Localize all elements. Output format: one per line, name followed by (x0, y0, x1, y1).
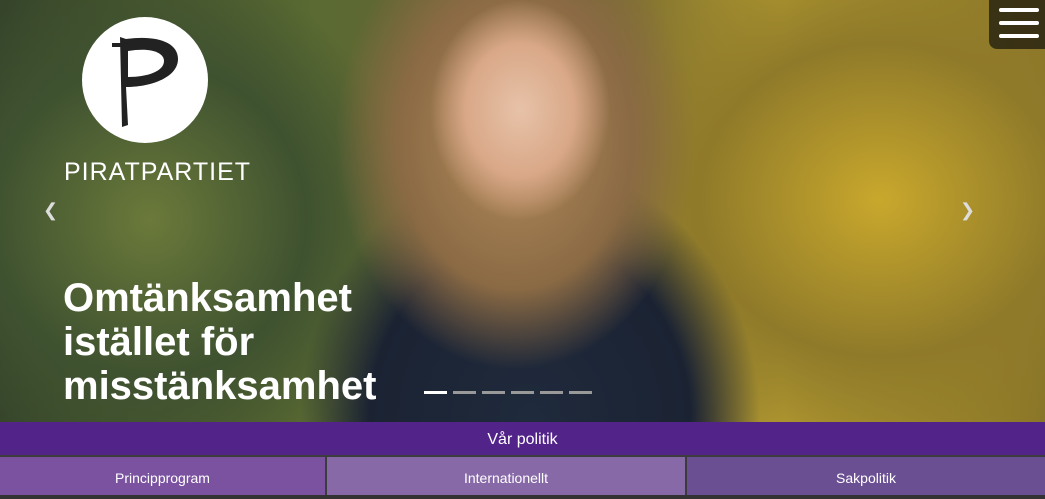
pirate-p-icon (112, 37, 178, 127)
chevron-left-icon: ❮ (43, 200, 59, 220)
nav-principprogram[interactable]: Principprogram (0, 457, 327, 495)
politik-nav: Principprogram Internationellt Sakpoliti… (0, 457, 1045, 495)
carousel-indicator[interactable] (424, 391, 447, 394)
nav-sakpolitik[interactable]: Sakpolitik (687, 457, 1045, 495)
piratpartiet-logo[interactable] (82, 17, 208, 143)
hero-carousel: PIRATPARTIET ❮ ❯ Omtänksamhet istället f… (0, 0, 1045, 422)
var-politik-header[interactable]: Vår politik (0, 422, 1045, 457)
brand-name: PIRATPARTIET (64, 158, 252, 186)
menu-button[interactable] (989, 0, 1045, 49)
carousel-indicator[interactable] (511, 391, 534, 394)
carousel-indicator[interactable] (569, 391, 592, 394)
headline-line: Omtänksamhet (63, 276, 352, 320)
carousel-indicator[interactable] (453, 391, 476, 394)
carousel-next-button[interactable]: ❯ (960, 200, 975, 221)
chevron-right-icon: ❯ (960, 200, 976, 220)
headline-line: istället för (63, 320, 255, 364)
slide-headline: Omtänksamhet istället för misstänksamhet (63, 276, 376, 408)
carousel-indicators (424, 391, 592, 394)
headline-line: misstänksamhet (63, 364, 377, 408)
carousel-indicator[interactable] (540, 391, 563, 394)
nav-internationellt[interactable]: Internationellt (327, 457, 687, 495)
carousel-indicator[interactable] (482, 391, 505, 394)
carousel-prev-button[interactable]: ❮ (43, 200, 58, 221)
